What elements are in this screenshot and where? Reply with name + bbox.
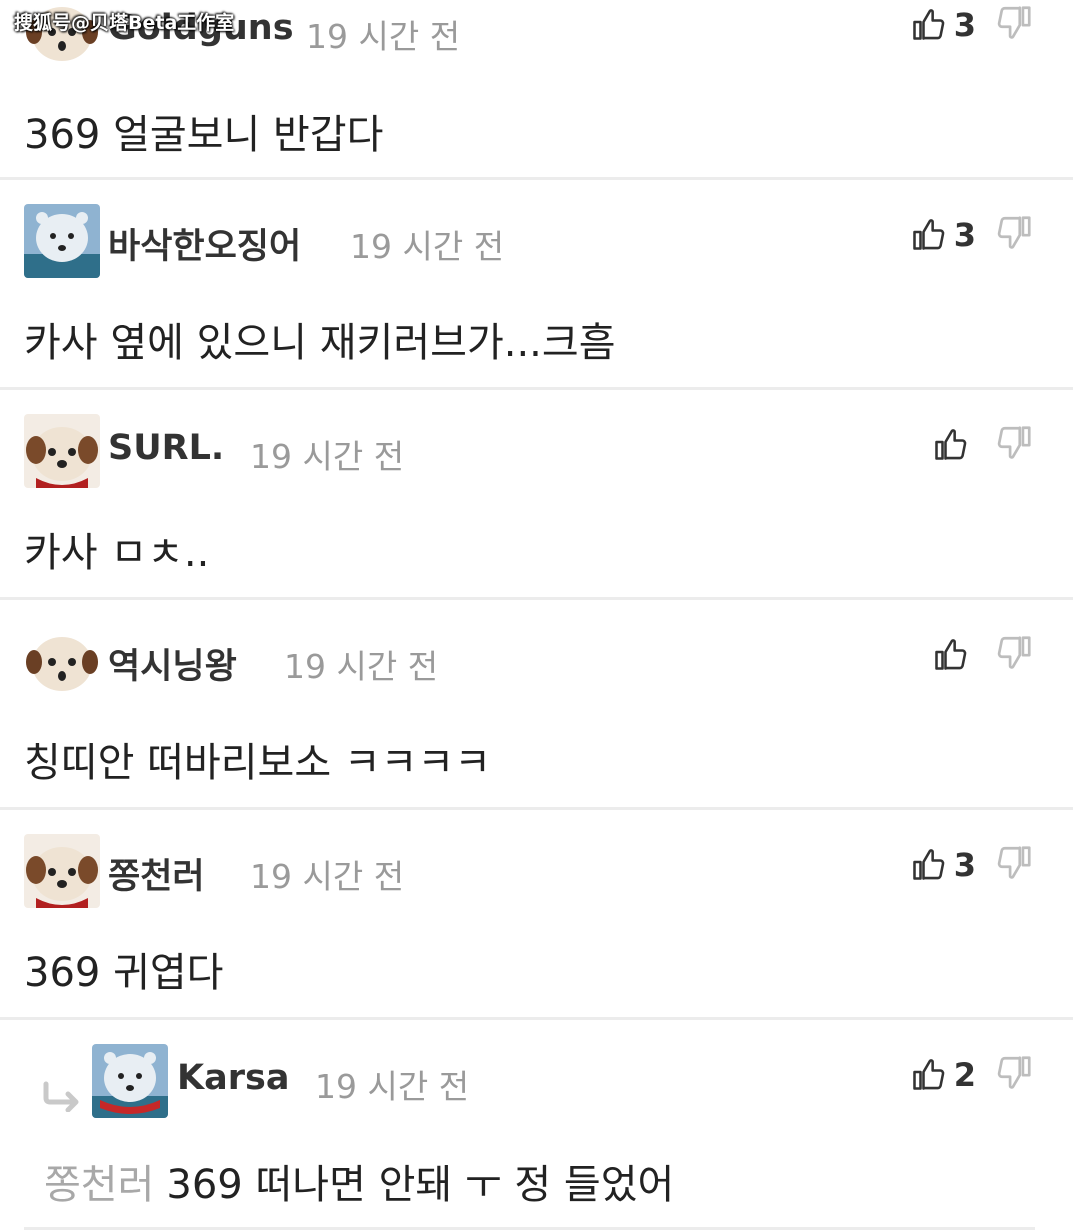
comment-text: 카사 옆에 있으니 재키러브가...크흠: [24, 320, 616, 366]
dislike-button[interactable]: [996, 1053, 1036, 1097]
username[interactable]: 바삭한오징어: [108, 218, 301, 269]
thumbs-down-icon: [996, 633, 1034, 671]
user-avatar[interactable]: [24, 414, 100, 488]
thumbs-down-icon: [996, 843, 1034, 881]
comment-item: 바삭한오징어 19 시간 전 3 카사 옆에 있으니 재키러브가...크흠: [0, 180, 1073, 390]
timestamp: 19 시간 전: [350, 227, 505, 266]
like-button[interactable]: [898, 420, 976, 470]
like-button[interactable]: 3: [898, 0, 976, 50]
like-count: 3: [953, 6, 976, 44]
user-avatar[interactable]: [24, 624, 100, 698]
timestamp: 19 시간 전: [250, 857, 405, 896]
dislike-button[interactable]: [996, 213, 1036, 257]
like-button[interactable]: 3: [898, 210, 976, 260]
username[interactable]: 쫑천러: [108, 848, 205, 899]
comment-text: 369 얼굴보니 반갑다: [24, 112, 384, 158]
dislike-button[interactable]: [996, 3, 1036, 47]
timestamp: 19 시간 전: [306, 17, 461, 56]
username[interactable]: Karsa: [177, 1058, 289, 1098]
comment-text: 칭띠안 떠바리보소 ㅋㅋㅋㅋ: [24, 740, 492, 786]
dislike-button[interactable]: [996, 843, 1036, 887]
comment-item: SURL. 19 시간 전 카사 ㅁㅊ..: [0, 390, 1073, 600]
watermark: 搜狐号@贝塔Beta工作室: [14, 12, 235, 34]
thumbs-up-icon: [910, 7, 946, 43]
timestamp: 19 시간 전: [250, 437, 405, 476]
dislike-button[interactable]: [996, 423, 1036, 467]
mention-username[interactable]: 쫑천러: [44, 1162, 154, 1208]
username[interactable]: SURL.: [108, 428, 224, 468]
thumbs-up-icon: [910, 217, 946, 253]
thumbs-down-icon: [996, 423, 1034, 461]
thumbs-down-icon: [996, 1053, 1034, 1091]
comment-text: 쫑천러 369 떠나면 안돼 ㅜ 정 들었어: [44, 1152, 674, 1210]
thumbs-up-icon: [910, 847, 946, 883]
like-count: 2: [953, 1056, 976, 1094]
username[interactable]: 역시닝왕: [108, 638, 237, 689]
thumbs-up-icon: [932, 637, 968, 673]
reply-arrow-icon: [42, 1080, 82, 1113]
like-button[interactable]: 3: [898, 840, 976, 890]
comment-text: 카사 ㅁㅊ..: [24, 530, 210, 576]
user-avatar[interactable]: [24, 834, 100, 908]
reply-item: Karsa 19 시간 전 2 쫑천러 369 떠나면 안돼 ㅜ 정 들었어: [0, 1020, 1073, 1230]
comment-item: 쫑천러 19 시간 전 3 369 귀엽다: [0, 810, 1073, 1020]
comment-text: 369 귀엽다: [24, 950, 224, 996]
polar-bear-avatar-icon: [24, 204, 100, 278]
dog-avatar-icon: [24, 834, 100, 908]
reply-text: 369 떠나면 안돼 ㅜ 정 들었어: [166, 1162, 675, 1208]
like-count: 3: [953, 846, 976, 884]
thumbs-up-icon: [910, 1057, 946, 1093]
thumbs-down-icon: [996, 213, 1034, 251]
timestamp: 19 시간 전: [284, 647, 439, 686]
dog-avatar-icon: [24, 624, 100, 698]
timestamp: 19 시간 전: [315, 1067, 470, 1106]
like-button[interactable]: 2: [898, 1050, 976, 1100]
dislike-button[interactable]: [996, 633, 1036, 677]
polar-bear-avatar-icon: [92, 1044, 168, 1118]
thumbs-up-icon: [932, 427, 968, 463]
thumbs-down-icon: [996, 3, 1034, 41]
comment-item: 역시닝왕 19 시간 전 칭띠안 떠바리보소 ㅋㅋㅋㅋ: [0, 600, 1073, 810]
like-count: 3: [953, 216, 976, 254]
dog-avatar-icon: [24, 414, 100, 488]
user-avatar[interactable]: [24, 204, 100, 278]
user-avatar[interactable]: [92, 1044, 168, 1118]
like-button[interactable]: [898, 630, 976, 680]
